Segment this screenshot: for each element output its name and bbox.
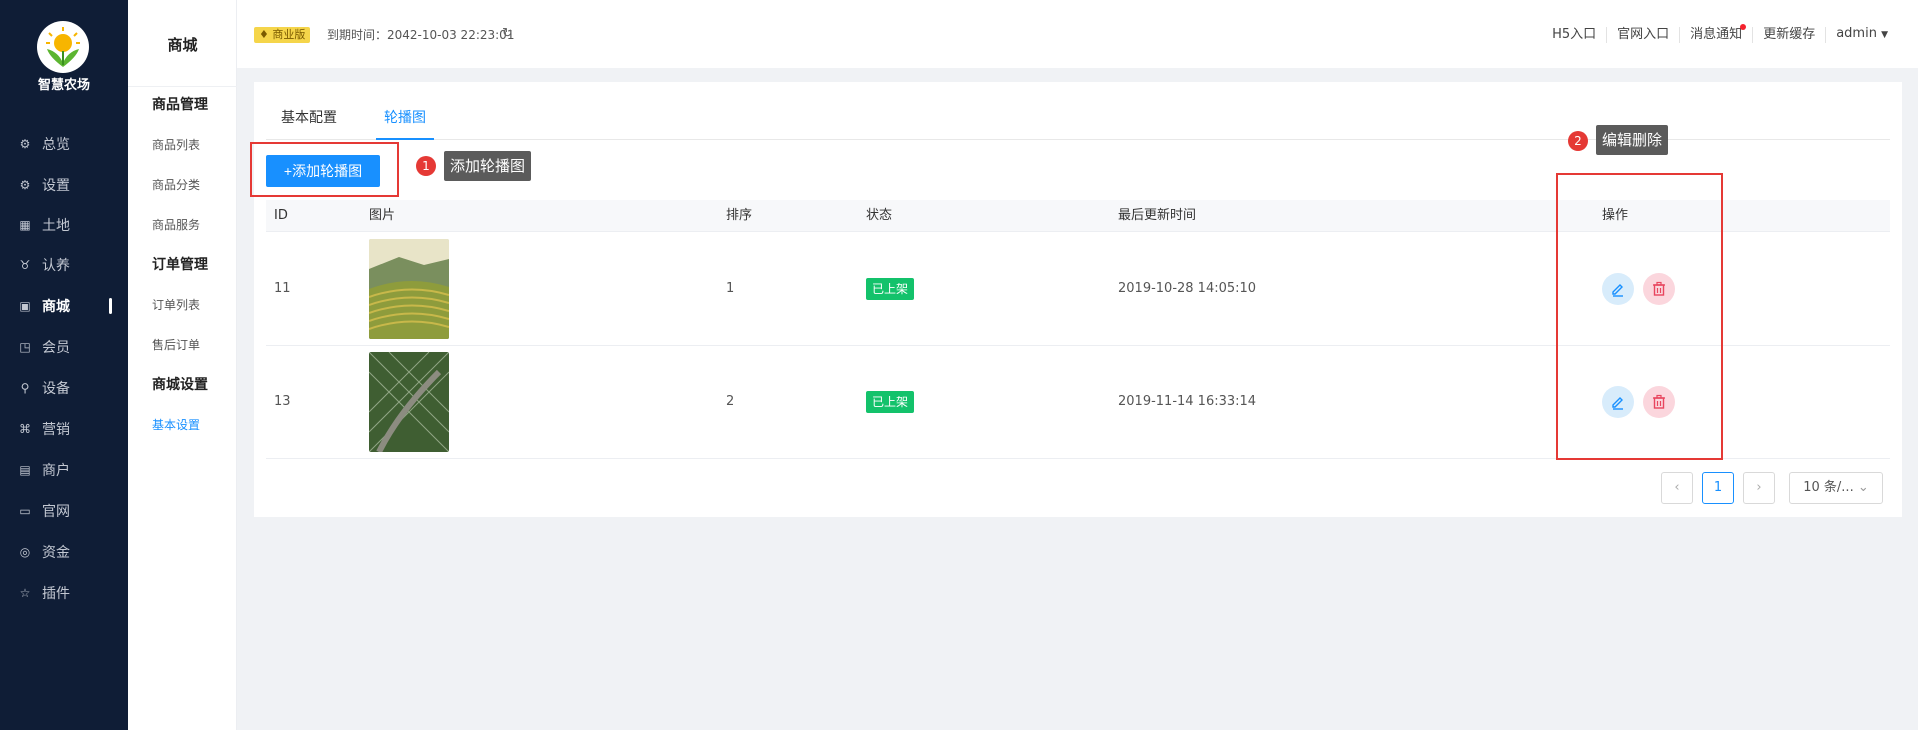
top-header: ♦ 商业版 到期时间：2042-10-03 22:23:01 ↻ H5入口 官网…	[237, 0, 1918, 68]
sidebar-item-label: 营销	[42, 422, 70, 438]
plugin-icon: ☆	[19, 586, 31, 600]
col-image: 图片	[369, 208, 396, 223]
content-card: 基本配置 轮播图 +添加轮播图 1 添加轮播图 2 编辑删除 ID 图片 排序 …	[250, 82, 1902, 517]
page-size-select[interactable]: 10 条/... ⌄	[1789, 472, 1883, 504]
sidebar-item-device[interactable]: ⚲ 设备	[0, 374, 128, 402]
refresh-cache-link[interactable]: 更新缓存	[1753, 26, 1827, 43]
sidebar-item-land[interactable]: ▦ 土地	[0, 211, 128, 239]
banner-thumbnail[interactable]	[369, 352, 449, 452]
sub-link-goods-service[interactable]: 商品服务	[152, 216, 200, 233]
sidebar-item-label: 设备	[42, 381, 70, 397]
main-sidebar: 智慧农场 ⚙ 总览 ⚙ 设置 ▦ 土地 ♉ 认养 ▣ 商城 ◳ 会员 ⚲ 设备 …	[0, 0, 128, 730]
annotation-tip-add: 添加轮播图	[444, 151, 532, 181]
expire-time: 到期时间：2042-10-03 22:23:01	[327, 28, 515, 42]
annotation-number: 1	[416, 156, 436, 176]
website-entry-link[interactable]: 官网入口	[1607, 26, 1681, 43]
diamond-icon: ♦	[259, 28, 273, 41]
sidebar-item-funds[interactable]: ◎ 资金	[0, 538, 128, 566]
shop-icon: ▣	[19, 299, 31, 313]
sidebar-item-settings[interactable]: ⚙ 设置	[0, 171, 128, 199]
h5-entry-link[interactable]: H5入口	[1542, 26, 1608, 43]
next-page-button[interactable]: ›	[1743, 472, 1775, 504]
sidebar-item-marketing[interactable]: ⌘ 营销	[0, 415, 128, 443]
sub-group-goods: 商品管理	[152, 97, 208, 113]
device-icon: ⚲	[20, 381, 30, 395]
tab-banner[interactable]: 轮播图	[376, 104, 434, 140]
annotation-tip-edit-delete: 编辑删除	[1596, 125, 1669, 155]
refresh-icon[interactable]: ↻	[502, 26, 513, 41]
page-number-button[interactable]: 1	[1702, 472, 1734, 504]
sidebar-item-label: 土地	[42, 218, 70, 234]
status-badge: 已上架	[866, 391, 915, 413]
dashboard-icon: ⚙	[19, 137, 31, 151]
col-id: ID	[274, 208, 288, 223]
annotation-number: 2	[1568, 131, 1588, 151]
cell-updated: 2019-11-14 16:33:14	[1118, 394, 1257, 409]
website-icon: ▭	[19, 504, 31, 518]
notification-dot	[1740, 23, 1747, 30]
status-badge: 已上架	[866, 278, 915, 300]
logo-name: 智慧农场	[37, 78, 90, 93]
top-links: H5入口 官网入口 消息通知 更新缓存 admin ▼	[1542, 23, 1888, 43]
grid-icon: ▦	[19, 218, 31, 232]
sidebar-item-member[interactable]: ◳ 会员	[0, 333, 128, 361]
sidebar-item-plugin[interactable]: ☆ 插件	[0, 579, 128, 607]
sub-group-mall-settings: 商城设置	[152, 377, 208, 393]
col-sort: 排序	[726, 208, 753, 223]
cell-id: 13	[274, 394, 291, 409]
col-status: 状态	[866, 208, 893, 223]
sidebar-item-label: 官网	[42, 504, 70, 520]
money-icon: ◎	[19, 545, 31, 559]
sub-link-goods-category[interactable]: 商品分类	[152, 176, 200, 193]
cell-sort: 2	[726, 394, 735, 409]
sidebar-item-website[interactable]: ▭ 官网	[0, 497, 128, 525]
gear-icon: ⚙	[19, 178, 31, 192]
member-icon: ◳	[19, 340, 31, 354]
sidebar-item-label: 商城	[42, 299, 70, 315]
sub-link-basic-settings[interactable]: 基本设置	[152, 416, 200, 433]
cell-updated: 2019-10-28 14:05:10	[1118, 281, 1257, 296]
merchant-icon: ▤	[19, 463, 31, 477]
sidebar-item-mall[interactable]: ▣ 商城	[0, 292, 128, 320]
prev-page-button[interactable]: ‹	[1661, 472, 1693, 504]
notifications-link[interactable]: 消息通知	[1680, 23, 1754, 43]
sub-group-orders: 订单管理	[152, 257, 208, 273]
annotation-box-actions	[1556, 173, 1723, 460]
tab-basic-config[interactable]: 基本配置	[281, 104, 337, 140]
logo-icon[interactable]	[37, 21, 89, 73]
sidebar-item-label: 设置	[42, 178, 70, 194]
sub-link-after-sale[interactable]: 售后订单	[152, 336, 200, 353]
cell-id: 11	[274, 281, 291, 296]
caret-down-icon: ▼	[1881, 30, 1888, 40]
divider	[128, 86, 237, 87]
sidebar-item-label: 总览	[42, 137, 70, 153]
cow-icon: ♉	[19, 258, 31, 272]
cell-sort: 1	[726, 281, 735, 296]
banner-thumbnail[interactable]	[369, 239, 449, 339]
sidebar-item-label: 商户	[42, 463, 70, 479]
sidebar-item-label: 认养	[42, 258, 70, 274]
sidebar-item-adopt[interactable]: ♉ 认养	[0, 251, 128, 279]
subside-title: 商城	[167, 36, 198, 54]
chevron-down-icon: ⌄	[1857, 480, 1869, 495]
sidebar-item-label: 资金	[42, 545, 70, 561]
sub-link-order-list[interactable]: 订单列表	[152, 296, 200, 313]
marketing-icon: ⌘	[19, 422, 31, 436]
sidebar-item-label: 会员	[42, 340, 70, 356]
sidebar-item-label: 插件	[42, 586, 70, 602]
sub-link-goods-list[interactable]: 商品列表	[152, 136, 200, 153]
sidebar-item-merchant[interactable]: ▤ 商户	[0, 456, 128, 484]
col-updated: 最后更新时间	[1118, 208, 1197, 223]
sub-sidebar: 商城 商品管理 商品列表 商品分类 商品服务 订单管理 订单列表 售后订单 商城…	[128, 0, 237, 730]
add-banner-button[interactable]: +添加轮播图	[266, 155, 380, 187]
sidebar-item-overview[interactable]: ⚙ 总览	[0, 130, 128, 158]
edition-badge: ♦ 商业版	[254, 27, 311, 43]
user-menu[interactable]: admin ▼	[1826, 26, 1888, 43]
